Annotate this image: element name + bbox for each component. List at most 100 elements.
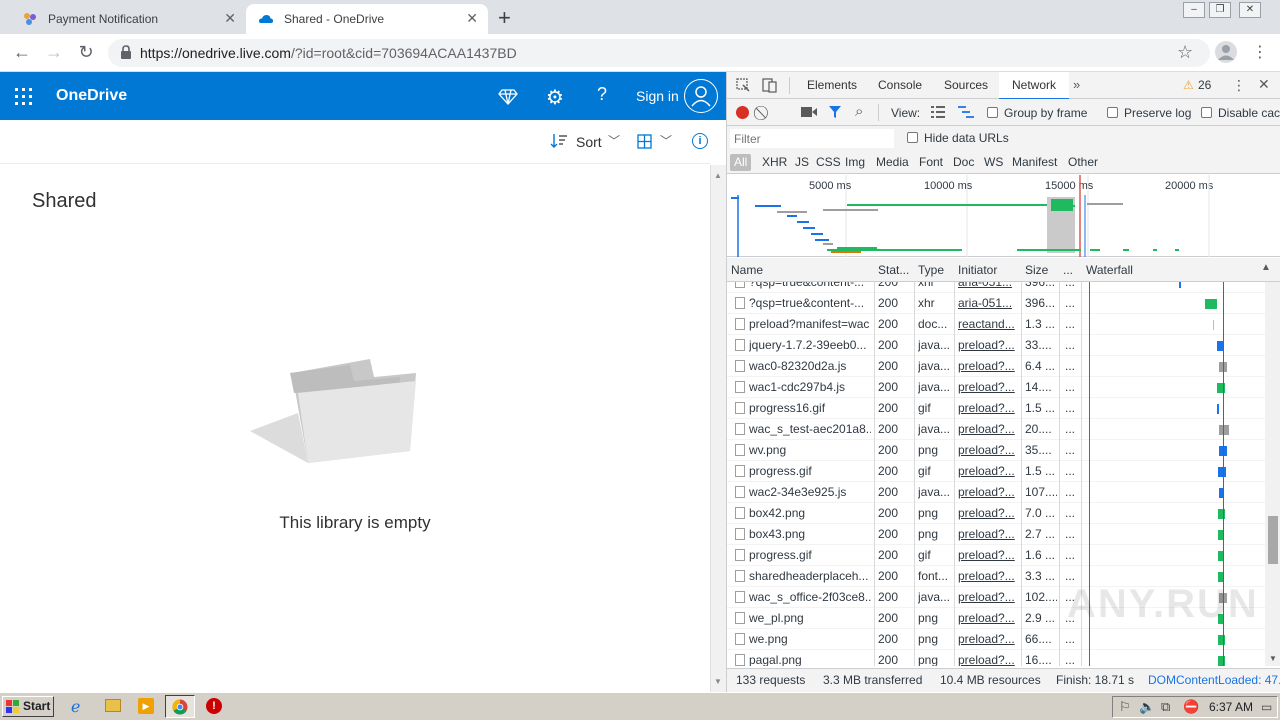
filter-media[interactable]: Media xyxy=(876,155,909,169)
sign-in-link[interactable]: Sign in xyxy=(636,88,679,104)
request-initiator[interactable]: preload?... xyxy=(958,548,1019,562)
tab-console[interactable]: Console xyxy=(878,72,922,99)
preserve-log-toggle[interactable]: Preserve log xyxy=(1107,106,1191,120)
warning-count[interactable]: 26 xyxy=(1198,78,1211,92)
request-initiator[interactable]: preload?... xyxy=(958,653,1019,666)
filter-input[interactable] xyxy=(730,129,894,148)
column-type[interactable]: Type xyxy=(918,263,944,277)
checkbox-icon[interactable] xyxy=(987,107,998,118)
waterfall-overview-icon[interactable] xyxy=(958,106,974,121)
request-initiator[interactable]: preload?... xyxy=(958,338,1019,352)
more-tabs-chevron-icon[interactable]: » xyxy=(1073,77,1080,92)
checkbox-icon[interactable] xyxy=(1107,107,1118,118)
maximize-button[interactable]: ❐ xyxy=(1209,2,1231,18)
capture-screenshots-icon[interactable] xyxy=(801,106,817,121)
request-initiator[interactable]: preload?... xyxy=(958,485,1019,499)
browser-menu-icon[interactable]: ⋮ xyxy=(1252,42,1268,62)
bookmark-star-icon[interactable]: ☆ xyxy=(1177,42,1193,63)
filter-all[interactable]: All xyxy=(730,154,752,171)
new-tab-button[interactable]: + xyxy=(498,5,511,31)
large-rows-icon[interactable] xyxy=(931,106,945,121)
filter-js[interactable]: JS xyxy=(795,155,809,169)
filter-ws[interactable]: WS xyxy=(984,155,1003,169)
devtools-menu-icon[interactable]: ⋮ xyxy=(1232,77,1246,94)
request-initiator[interactable]: preload?... xyxy=(958,632,1019,646)
request-row[interactable]: preload?manifest=wac 200 doc... reactand...… xyxy=(727,314,1265,335)
request-initiator[interactable]: preload?... xyxy=(958,611,1019,625)
tab-network[interactable]: Network xyxy=(999,72,1069,100)
request-initiator[interactable]: preload?... xyxy=(958,401,1019,415)
filter-other[interactable]: Other xyxy=(1068,155,1098,169)
lock-icon[interactable] xyxy=(120,45,132,62)
tab-payment-notification[interactable]: Payment Notification ✕ xyxy=(10,4,246,34)
sort-button[interactable]: Sort xyxy=(576,134,602,150)
user-avatar-icon[interactable] xyxy=(684,79,718,113)
close-tab-icon[interactable]: ✕ xyxy=(224,10,236,27)
column-waterfall[interactable]: Waterfall xyxy=(1086,263,1133,277)
request-initiator[interactable]: reactand... xyxy=(958,317,1019,331)
content-scrollbar[interactable]: ▲ ▼ xyxy=(710,165,726,692)
request-row[interactable]: wac_s_test-aec201a8... 200 java... preload?… xyxy=(727,419,1265,440)
close-tab-icon[interactable]: ✕ xyxy=(466,10,478,27)
scroll-up-arrow-icon[interactable]: ▲ xyxy=(714,171,722,180)
request-row[interactable]: box42.png 200 png preload?... 7.0 ...... xyxy=(727,503,1265,524)
request-row[interactable]: progress16.gif 200 gif preload?... 1.5 .....… xyxy=(727,398,1265,419)
volume-tray-icon[interactable]: 🔈 xyxy=(1139,699,1155,715)
help-question-icon[interactable]: ? xyxy=(597,84,607,105)
device-toggle-icon[interactable] xyxy=(762,77,778,96)
request-initiator[interactable]: preload?... xyxy=(958,359,1019,373)
request-initiator[interactable]: preload?... xyxy=(958,380,1019,394)
request-initiator[interactable]: preload?... xyxy=(958,443,1019,457)
request-row[interactable]: jquery-1.7.2-39eeb0... 200 java... preload?… xyxy=(727,335,1265,356)
column-name[interactable]: Name xyxy=(731,263,763,277)
request-row[interactable]: ?qsp=true&content-... 200 xhr aria-051... 39… xyxy=(727,293,1265,314)
scrollbar-thumb[interactable] xyxy=(1268,516,1278,564)
request-initiator[interactable]: aria-051... xyxy=(958,296,1019,310)
request-row[interactable]: box43.png 200 png preload?... 2.7 ...... xyxy=(727,524,1265,545)
warning-icon[interactable]: ⚠ xyxy=(1183,78,1194,92)
request-initiator[interactable]: aria-051... xyxy=(958,282,1019,289)
view-chevron-down-icon[interactable]: ﹀ xyxy=(660,132,672,149)
request-row[interactable]: wac0-82320d2a.js 200 java... preload?... 6.4… xyxy=(727,356,1265,377)
network-overview-timeline[interactable]: 5000 ms 10000 ms 15000 ms 20000 ms xyxy=(727,175,1280,257)
profile-avatar-icon[interactable] xyxy=(1215,41,1237,63)
usb-tray-icon[interactable]: ⧉ xyxy=(1161,699,1170,715)
table-scrollbar[interactable]: ▼ xyxy=(1265,282,1280,666)
address-bar[interactable]: https://onedrive.live.com/?id=root&cid=7… xyxy=(108,39,1210,67)
scroll-down-arrow-icon[interactable]: ▼ xyxy=(1269,654,1277,663)
request-row[interactable]: progress.gif 200 gif preload?... 1.6 ...... xyxy=(727,545,1265,566)
request-initiator[interactable]: preload?... xyxy=(958,527,1019,541)
filter-funnel-icon[interactable] xyxy=(828,105,842,122)
tab-shared-onedrive[interactable]: Shared - OneDrive ✕ xyxy=(246,4,488,34)
alert-stop-icon[interactable]: ! xyxy=(206,698,222,714)
request-row[interactable]: we.png 200 png preload?... 66....... xyxy=(727,629,1265,650)
internet-explorer-icon[interactable]: ℯ xyxy=(71,697,80,717)
sort-icon[interactable] xyxy=(550,133,568,152)
request-initiator[interactable]: preload?... xyxy=(958,464,1019,478)
close-window-button[interactable]: ✕ xyxy=(1239,2,1261,18)
request-row[interactable]: wac2-34e3e925.js 200 java... preload?... 107… xyxy=(727,482,1265,503)
filter-img[interactable]: Img xyxy=(845,155,865,169)
show-desktop-icon[interactable]: ▭ xyxy=(1261,700,1272,714)
sort-ascending-icon[interactable]: ▲ xyxy=(1261,262,1271,273)
file-explorer-icon[interactable] xyxy=(105,699,121,712)
media-player-icon[interactable]: ▶ xyxy=(138,698,154,714)
settings-gear-icon[interactable]: ⚙ xyxy=(546,85,564,110)
premium-diamond-icon[interactable] xyxy=(498,86,518,109)
request-initiator[interactable]: preload?... xyxy=(958,590,1019,604)
column-time[interactable]: ... xyxy=(1063,263,1073,277)
record-button-icon[interactable] xyxy=(736,106,749,119)
request-initiator[interactable]: preload?... xyxy=(958,569,1019,583)
start-button[interactable]: Start xyxy=(2,696,54,717)
checkbox-icon[interactable] xyxy=(907,132,918,143)
view-grid-icon[interactable] xyxy=(637,134,652,152)
column-size[interactable]: Size xyxy=(1025,263,1048,277)
filter-font[interactable]: Font xyxy=(919,155,943,169)
network-tray-icon[interactable]: ⚐ xyxy=(1119,699,1131,715)
back-arrow-icon[interactable]: ← xyxy=(11,42,33,63)
hide-data-urls-toggle[interactable]: Hide data URLs xyxy=(907,131,1009,145)
scroll-down-arrow-icon[interactable]: ▼ xyxy=(714,677,722,686)
onedrive-brand[interactable]: OneDrive xyxy=(56,87,127,105)
tab-elements[interactable]: Elements xyxy=(807,72,857,99)
reload-icon[interactable]: ↻ xyxy=(75,42,97,63)
